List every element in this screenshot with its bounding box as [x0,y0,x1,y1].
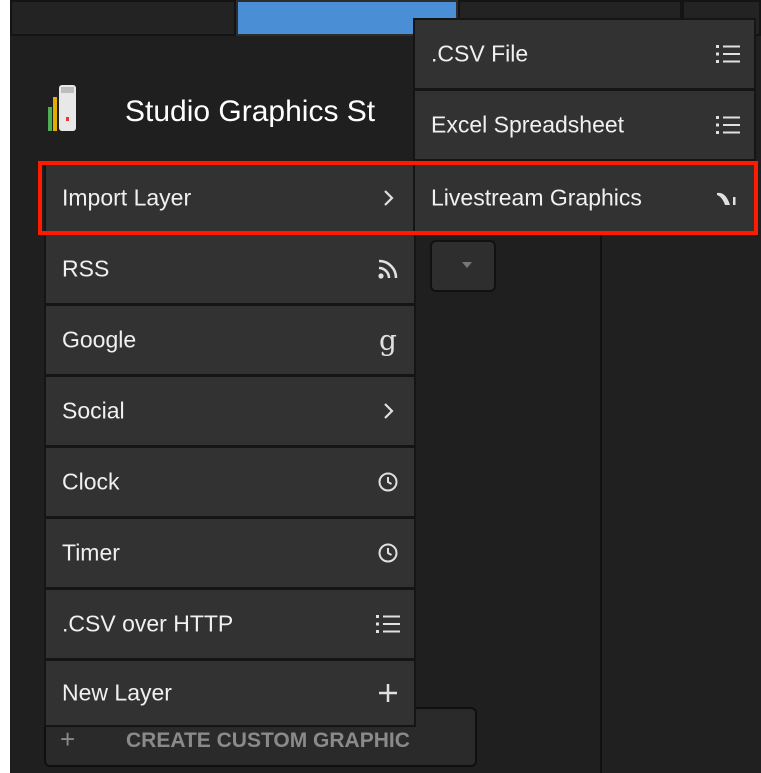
livestream-icon [714,184,742,212]
menu-item-label: New Layer [62,679,172,706]
menu-item-label: Social [62,397,125,424]
list-icon [714,111,742,139]
menu-item-label: Clock [62,468,120,495]
chevron-right-icon [374,397,402,425]
menu-item-label: Google [62,326,137,353]
plus-icon [374,679,402,707]
menu-item-timer[interactable]: Timer [44,517,416,589]
menu-item-label: Timer [62,539,120,566]
menu-item-import-layer[interactable]: Import Layer [44,161,416,235]
rss-icon [374,255,402,283]
submenu-item-livestream-graphics[interactable]: Livestream Graphics [413,161,756,235]
dropdown-toggle[interactable] [430,240,496,292]
plus-icon: + [60,724,76,754]
menu-item-label: Livestream Graphics [431,184,642,211]
submenu-item-excel-spreadsheet[interactable]: Excel Spreadsheet [413,89,756,161]
create-button-label: CREATE CUSTOM GRAPHIC [126,729,410,752]
menu-item-label: .CSV File [431,40,529,67]
menu-item-csv-over-http[interactable]: .CSV over HTTP [44,588,416,660]
app-title: Studio Graphics St [125,95,376,128]
menu-item-social[interactable]: Social [44,375,416,447]
menu-item-rss[interactable]: RSS [44,233,416,305]
chevron-right-icon [374,184,402,212]
tab-left[interactable] [10,0,236,36]
app-logo-icon [48,85,76,131]
list-icon [374,610,402,638]
submenu-item-csv-file[interactable]: .CSV File [413,18,756,90]
menu-item-clock[interactable]: Clock [44,446,416,518]
google-icon: g [379,323,397,357]
menu-item-new-layer[interactable]: New Layer [44,659,416,727]
clock-icon [374,468,402,496]
menu-item-label: .CSV over HTTP [62,610,234,637]
menu-item-label: RSS [62,255,110,282]
caret-down-icon [462,262,472,268]
menu-item-label: Excel Spreadsheet [431,111,625,138]
clock-icon [374,539,402,567]
menu-item-google[interactable]: Google g [44,304,416,376]
list-icon [714,40,742,68]
menu-item-label: Import Layer [62,184,192,211]
